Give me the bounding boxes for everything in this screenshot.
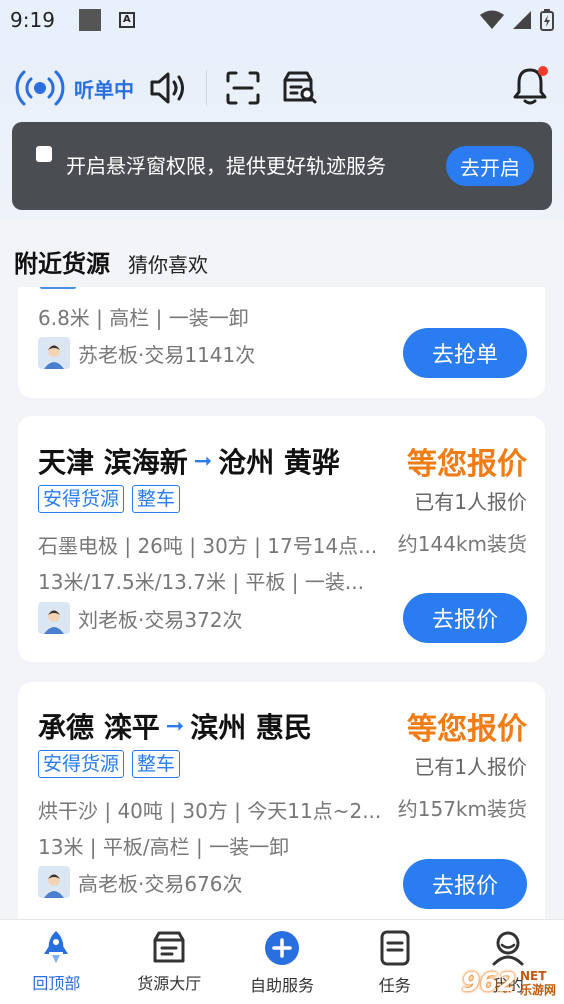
tags: 安得货源 整车: [38, 485, 181, 513]
notification-square-icon: [78, 9, 101, 31]
shipper-label: 苏老板·交易1141次: [78, 342, 256, 367]
person-icon: [44, 610, 64, 634]
radio-signal-icon: [15, 70, 65, 106]
vehicle-desc: 13米/17.5米/13.7米 | 平板 | 一装...: [38, 570, 364, 594]
shipper-info: 苏老板·交易1141次: [38, 337, 255, 369]
watermark-sub: 乐游网: [519, 983, 556, 997]
nav-cargo-hall[interactable]: 货源大厅: [113, 920, 226, 1004]
listen-toggle[interactable]: 听单中: [14, 68, 134, 108]
unread-dot: [538, 66, 548, 76]
speaker-button[interactable]: [148, 70, 188, 106]
price-status: 等您报价: [407, 447, 527, 482]
tag: 安得货源: [38, 750, 125, 778]
watermark-text: NET 乐游网: [520, 969, 556, 997]
toolbar: 听单中: [14, 66, 550, 110]
shipper-info: 刘老板·交易372次: [38, 602, 243, 634]
nav-tasks[interactable]: 任务: [338, 920, 451, 1004]
nav-label: 货源大厅: [137, 974, 202, 993]
nav-label: 回顶部: [32, 974, 81, 993]
vehicle-desc: 13米 | 平板/高栏 | 一装一卸: [38, 835, 290, 859]
nav-label: 自助服务: [249, 976, 314, 995]
route: 天津 滨海新 ➞ 沧州 黄骅: [38, 441, 340, 481]
avatar: [38, 866, 70, 898]
watermark-site: NET: [519, 969, 547, 983]
permission-notice: 开启悬浮窗权限，提供更好轨迹服务 去开启: [12, 122, 552, 210]
notice-icon: [36, 146, 52, 162]
status-bar: 9:19 A: [0, 0, 564, 40]
notification-a-icon: A: [118, 12, 135, 28]
tags: 安得货源 整车: [38, 750, 181, 778]
shipper-info: 高老板·交易676次: [38, 866, 243, 898]
grab-order-button[interactable]: 去抢单: [403, 328, 527, 378]
rocket-icon: [44, 931, 69, 963]
distance: 约157km装货: [397, 797, 527, 821]
cargo-list[interactable]: 6.8米 | 高栏 | 一装一卸 苏老板·交易1141次 去抢单 天津 滨海新 …: [0, 287, 564, 919]
quote-button[interactable]: 去报价: [403, 859, 527, 909]
signal-icon: [513, 11, 531, 29]
bottom-nav: 回顶部 货源大厅 自助服务 任务 我的 962 NET 乐游网: [0, 919, 564, 1004]
shipper-label: 刘老板·交易372次: [78, 607, 243, 632]
listen-label: 听单中: [74, 77, 134, 102]
nav-back-to-top[interactable]: 回顶部: [0, 920, 113, 1004]
search-cargo-button[interactable]: [281, 70, 319, 106]
cargo-desc: 6.8米 | 高栏 | 一装一卸: [38, 306, 249, 330]
route-from: 承德 滦平: [38, 711, 160, 744]
search-cargo-icon: [283, 71, 317, 104]
notification-button[interactable]: [510, 66, 550, 110]
avatar: [38, 337, 70, 369]
distance: 约144km装货: [397, 532, 527, 556]
shipper-label: 高老板·交易676次: [78, 871, 243, 896]
route-from: 天津 滨海新: [38, 446, 188, 479]
tag: 整车: [132, 750, 181, 778]
quote-button[interactable]: 去报价: [403, 593, 527, 643]
header: 听单中 开启悬浮窗权限，提供更好轨迹服务 去开启: [0, 40, 564, 220]
arrow-right-icon: ➞: [165, 713, 185, 739]
enable-permission-button[interactable]: 去开启: [446, 146, 534, 186]
route-to: 滨州 惠民: [190, 711, 312, 744]
tag: 整车: [132, 485, 181, 513]
quote-count: 已有1人报价: [414, 490, 527, 514]
status-time: 9:19: [10, 8, 55, 32]
person-icon: [44, 345, 64, 369]
scan-button[interactable]: [225, 70, 261, 106]
person-icon: [44, 874, 64, 898]
watermark-number: 962: [461, 968, 516, 998]
watermark: 962 NET 乐游网: [462, 968, 556, 998]
task-list-icon: [380, 930, 410, 966]
tab-recommend[interactable]: 猜你喜欢: [128, 249, 208, 278]
toolbar-divider: [206, 70, 207, 106]
nav-label: 任务: [378, 976, 411, 995]
avatar: [38, 602, 70, 634]
notice-text: 开启悬浮窗权限，提供更好轨迹服务: [66, 154, 386, 178]
cargo-card[interactable]: 天津 滨海新 ➞ 沧州 黄骅 等您报价 已有1人报价 安得货源 整车 石墨电极 …: [18, 416, 545, 662]
status-icons: [480, 9, 554, 31]
cargo-desc: 石墨电极 | 26吨 | 30方 | 17号14点...: [38, 534, 378, 558]
tabs: 附近货源 猜你喜欢: [14, 244, 208, 279]
cargo-hall-icon: [153, 931, 185, 963]
quote-count: 已有1人报价: [414, 755, 527, 779]
wifi-icon: [480, 10, 504, 29]
tag: 安得货源: [38, 485, 125, 513]
cargo-desc: 烘干沙 | 40吨 | 30方 | 今天11点~2...: [38, 799, 382, 823]
plus-circle-icon: [264, 931, 299, 965]
route: 承德 滦平 ➞ 滨州 惠民: [38, 706, 312, 746]
cargo-card[interactable]: 6.8米 | 高栏 | 一装一卸 苏老板·交易1141次 去抢单: [18, 287, 545, 398]
battery-icon: [540, 9, 554, 31]
arrow-right-icon: ➞: [193, 448, 213, 474]
speaker-icon: [150, 72, 184, 104]
scroll-indicator: [40, 287, 76, 289]
profile-icon: [492, 931, 524, 966]
nav-self-service[interactable]: 自助服务: [226, 920, 339, 1004]
tab-nearby[interactable]: 附近货源: [14, 244, 110, 279]
cargo-card[interactable]: 承德 滦平 ➞ 滨州 惠民 等您报价 已有1人报价 安得货源 整车 烘干沙 | …: [18, 682, 545, 919]
scan-icon: [226, 71, 260, 105]
price-status: 等您报价: [407, 712, 527, 747]
route-to: 沧州 黄骅: [218, 446, 340, 479]
